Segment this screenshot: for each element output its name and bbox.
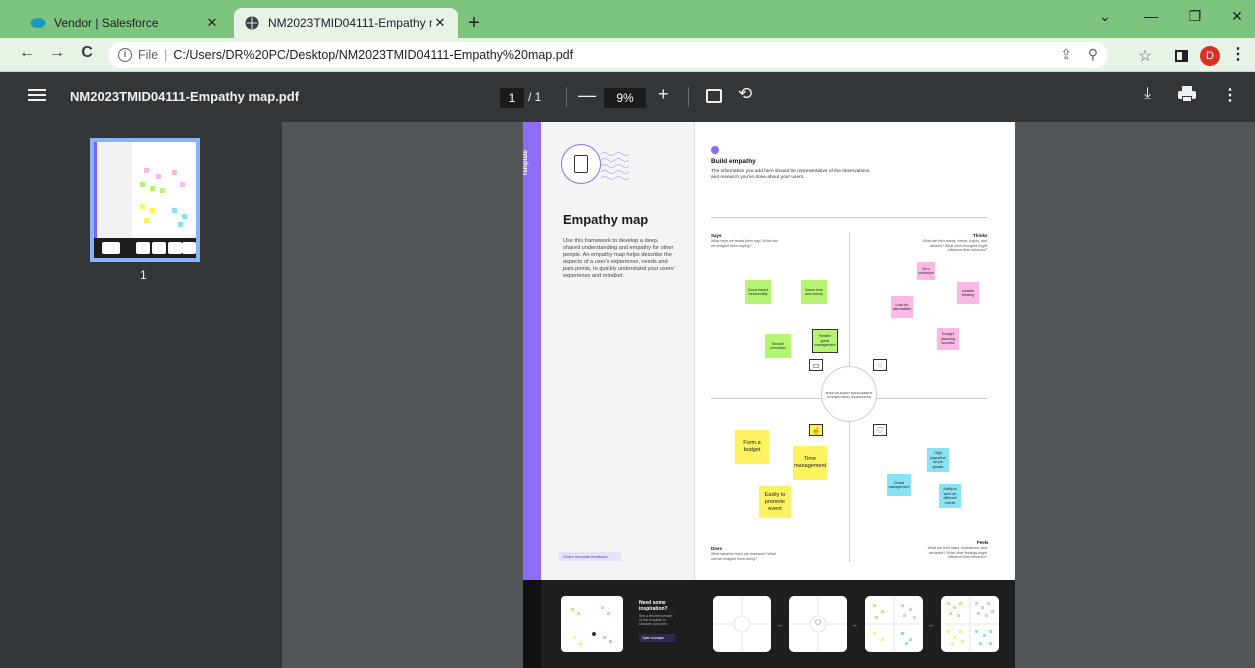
chrome-menu-icon[interactable]: ⋮	[1230, 44, 1246, 64]
reload-button[interactable]: C	[76, 44, 98, 62]
thumbnail-page-number: 1	[140, 268, 147, 282]
salesforce-cloud-icon	[30, 15, 46, 31]
step-card-topic	[789, 596, 847, 652]
feels-subtitle: What are their fears, frustrations, and …	[927, 546, 987, 559]
empathy-map-title: Empathy map	[563, 212, 649, 227]
rotate-icon[interactable]: ⟲	[738, 84, 752, 104]
globe-icon	[244, 15, 260, 31]
divider: |	[164, 48, 168, 62]
step-dot	[711, 146, 719, 154]
side-panel-icon[interactable]	[1175, 50, 1188, 62]
feels-heart-icon: ♡	[873, 424, 887, 436]
template-tag: Template	[523, 150, 529, 176]
url-text: C:/Users/DR%20PC/Desktop/NM2023TMID04111…	[173, 48, 574, 62]
zoom-out-button[interactable]: —	[578, 85, 596, 106]
new-tab-button[interactable]: +	[462, 12, 486, 35]
tab-salesforce[interactable]: Vendor | Salesforce ✕	[20, 8, 230, 38]
download-icon[interactable]: ⤓	[1144, 85, 1151, 103]
close-icon[interactable]: ✕	[432, 15, 448, 31]
menu-icon[interactable]	[28, 86, 46, 104]
sticky-note[interactable]: Form a budget	[735, 430, 769, 464]
close-icon[interactable]: ✕	[204, 15, 220, 31]
step-card-empty	[713, 596, 771, 652]
example-preview[interactable]	[561, 596, 623, 652]
thinks-bubble-icon: ◌	[873, 359, 887, 371]
thinks-label: Thinks	[973, 233, 988, 238]
back-button[interactable]: ←	[16, 44, 38, 62]
sticky-note[interactable]: Cloud based functionality	[745, 280, 771, 304]
bookmark-star-icon[interactable]: ☆	[1138, 46, 1152, 66]
sticky-note[interactable]: Saves time and money	[801, 280, 827, 304]
share-feedback-link[interactable]: Share template feedback	[559, 552, 621, 561]
feels-label: Feels	[977, 540, 989, 545]
more-actions-icon[interactable]: ⋮	[1222, 85, 1238, 105]
tab-title: NM2023TMID04111-Empathy ma	[268, 16, 432, 30]
sticky-note[interactable]: creative thinking	[957, 282, 979, 304]
need-inspiration-text: See a finished version of this template …	[639, 614, 673, 626]
divider	[688, 87, 689, 107]
sticky-note[interactable]: High proportion for job growth	[927, 448, 949, 472]
zoom-in-button[interactable]: +	[658, 84, 669, 105]
sticky-note[interactable]: Smooth execution	[765, 334, 791, 358]
fit-page-icon[interactable]	[706, 89, 722, 103]
divider	[566, 87, 567, 107]
says-subtitle: What have we heard them say? What can we…	[711, 239, 778, 248]
page-number-input[interactable]: 1	[500, 88, 524, 108]
zoom-icon[interactable]: ⚲	[1088, 46, 1098, 63]
says-label: Says	[711, 233, 722, 238]
center-topic: BUILD AN EVENT MANAGEMENT SYSTEM USING S…	[821, 366, 877, 422]
forward-button[interactable]: →	[46, 44, 68, 62]
pdf-filename: NM2023TMID04111-Empathy map.pdf	[70, 89, 300, 104]
avatar[interactable]: D	[1200, 46, 1220, 66]
print-icon[interactable]	[1178, 86, 1196, 102]
arrow-icon: →	[927, 622, 934, 629]
step-card-notes	[865, 596, 923, 652]
build-empathy-subtitle: The information you add here should be r…	[711, 169, 870, 180]
does-hand-icon: ☝	[809, 424, 823, 436]
page-total: / 1	[528, 90, 542, 104]
sticky-note[interactable]: Time management	[793, 446, 827, 480]
intro-panel: Template Empathy map Use this framework …	[523, 122, 694, 580]
sticky-note[interactable]: Flexible guest management	[812, 329, 838, 353]
thumbnail-sidebar: 1	[0, 122, 282, 668]
restore-button[interactable]: ❐	[1180, 8, 1210, 25]
empathy-map-description: Use this framework to develop a deep, sh…	[563, 238, 675, 279]
need-inspiration-heading: Need some inspiration?	[639, 600, 668, 612]
divider	[711, 217, 987, 218]
sticky-note[interactable]: Easily to promote event	[759, 486, 791, 518]
empathy-board: Build empathy The information you add he…	[694, 122, 1015, 580]
sticky-note[interactable]: Budget planning success	[937, 328, 959, 350]
sticky-note[interactable]: Crowd management	[887, 474, 911, 496]
sticky-note[interactable]: Look for alternatives	[891, 296, 913, 318]
sticky-note[interactable]: Zero confusion	[917, 262, 935, 280]
says-chat-icon: ▭	[809, 359, 823, 371]
arrow-icon: →	[776, 622, 783, 629]
minimize-button[interactable]: —	[1136, 8, 1166, 24]
tab-strip: Vendor | Salesforce ✕ NM2023TMID04111-Em…	[0, 0, 1255, 38]
address-bar[interactable]: i File | C:/Users/DR%20PC/Desktop/NM2023…	[108, 42, 1108, 68]
share-icon[interactable]: ⇪	[1060, 46, 1072, 63]
pdf-page: Template Empathy map Use this framework …	[523, 122, 1015, 668]
thinks-subtitle: What are their wants, needs, hopes, and …	[922, 239, 987, 252]
empathy-map-icon	[561, 144, 601, 184]
info-icon[interactable]: i	[118, 48, 132, 62]
pdf-toolbar: NM2023TMID04111-Empathy map.pdf 1 / 1 — …	[0, 72, 1255, 122]
window-close-button[interactable]: ✕	[1222, 8, 1252, 25]
step-card-complete	[941, 596, 999, 652]
zoom-input[interactable]: 9%	[604, 88, 646, 108]
tab-empathy-pdf[interactable]: NM2023TMID04111-Empathy ma ✕	[234, 8, 458, 38]
wave-decoration-icon	[601, 152, 629, 180]
scheme-label: File	[138, 48, 159, 62]
does-label: Does	[711, 546, 723, 551]
does-subtitle: What behavior have we observed? What can…	[711, 552, 776, 561]
tab-title: Vendor | Salesforce	[54, 16, 159, 30]
sticky-note[interactable]: Ability to work on different events	[939, 484, 961, 508]
build-empathy-title: Build empathy	[711, 158, 756, 165]
browser-toolbar: ← → C i File | C:/Users/DR%20PC/Desktop/…	[0, 38, 1255, 72]
footer-panel: Need some inspiration? See a finished ve…	[523, 580, 1015, 668]
arrow-icon: →	[851, 622, 858, 629]
page-thumbnail[interactable]	[90, 138, 200, 262]
open-example-button[interactable]: Open example	[639, 634, 675, 642]
tab-search-icon[interactable]: ⌄	[1090, 8, 1120, 25]
